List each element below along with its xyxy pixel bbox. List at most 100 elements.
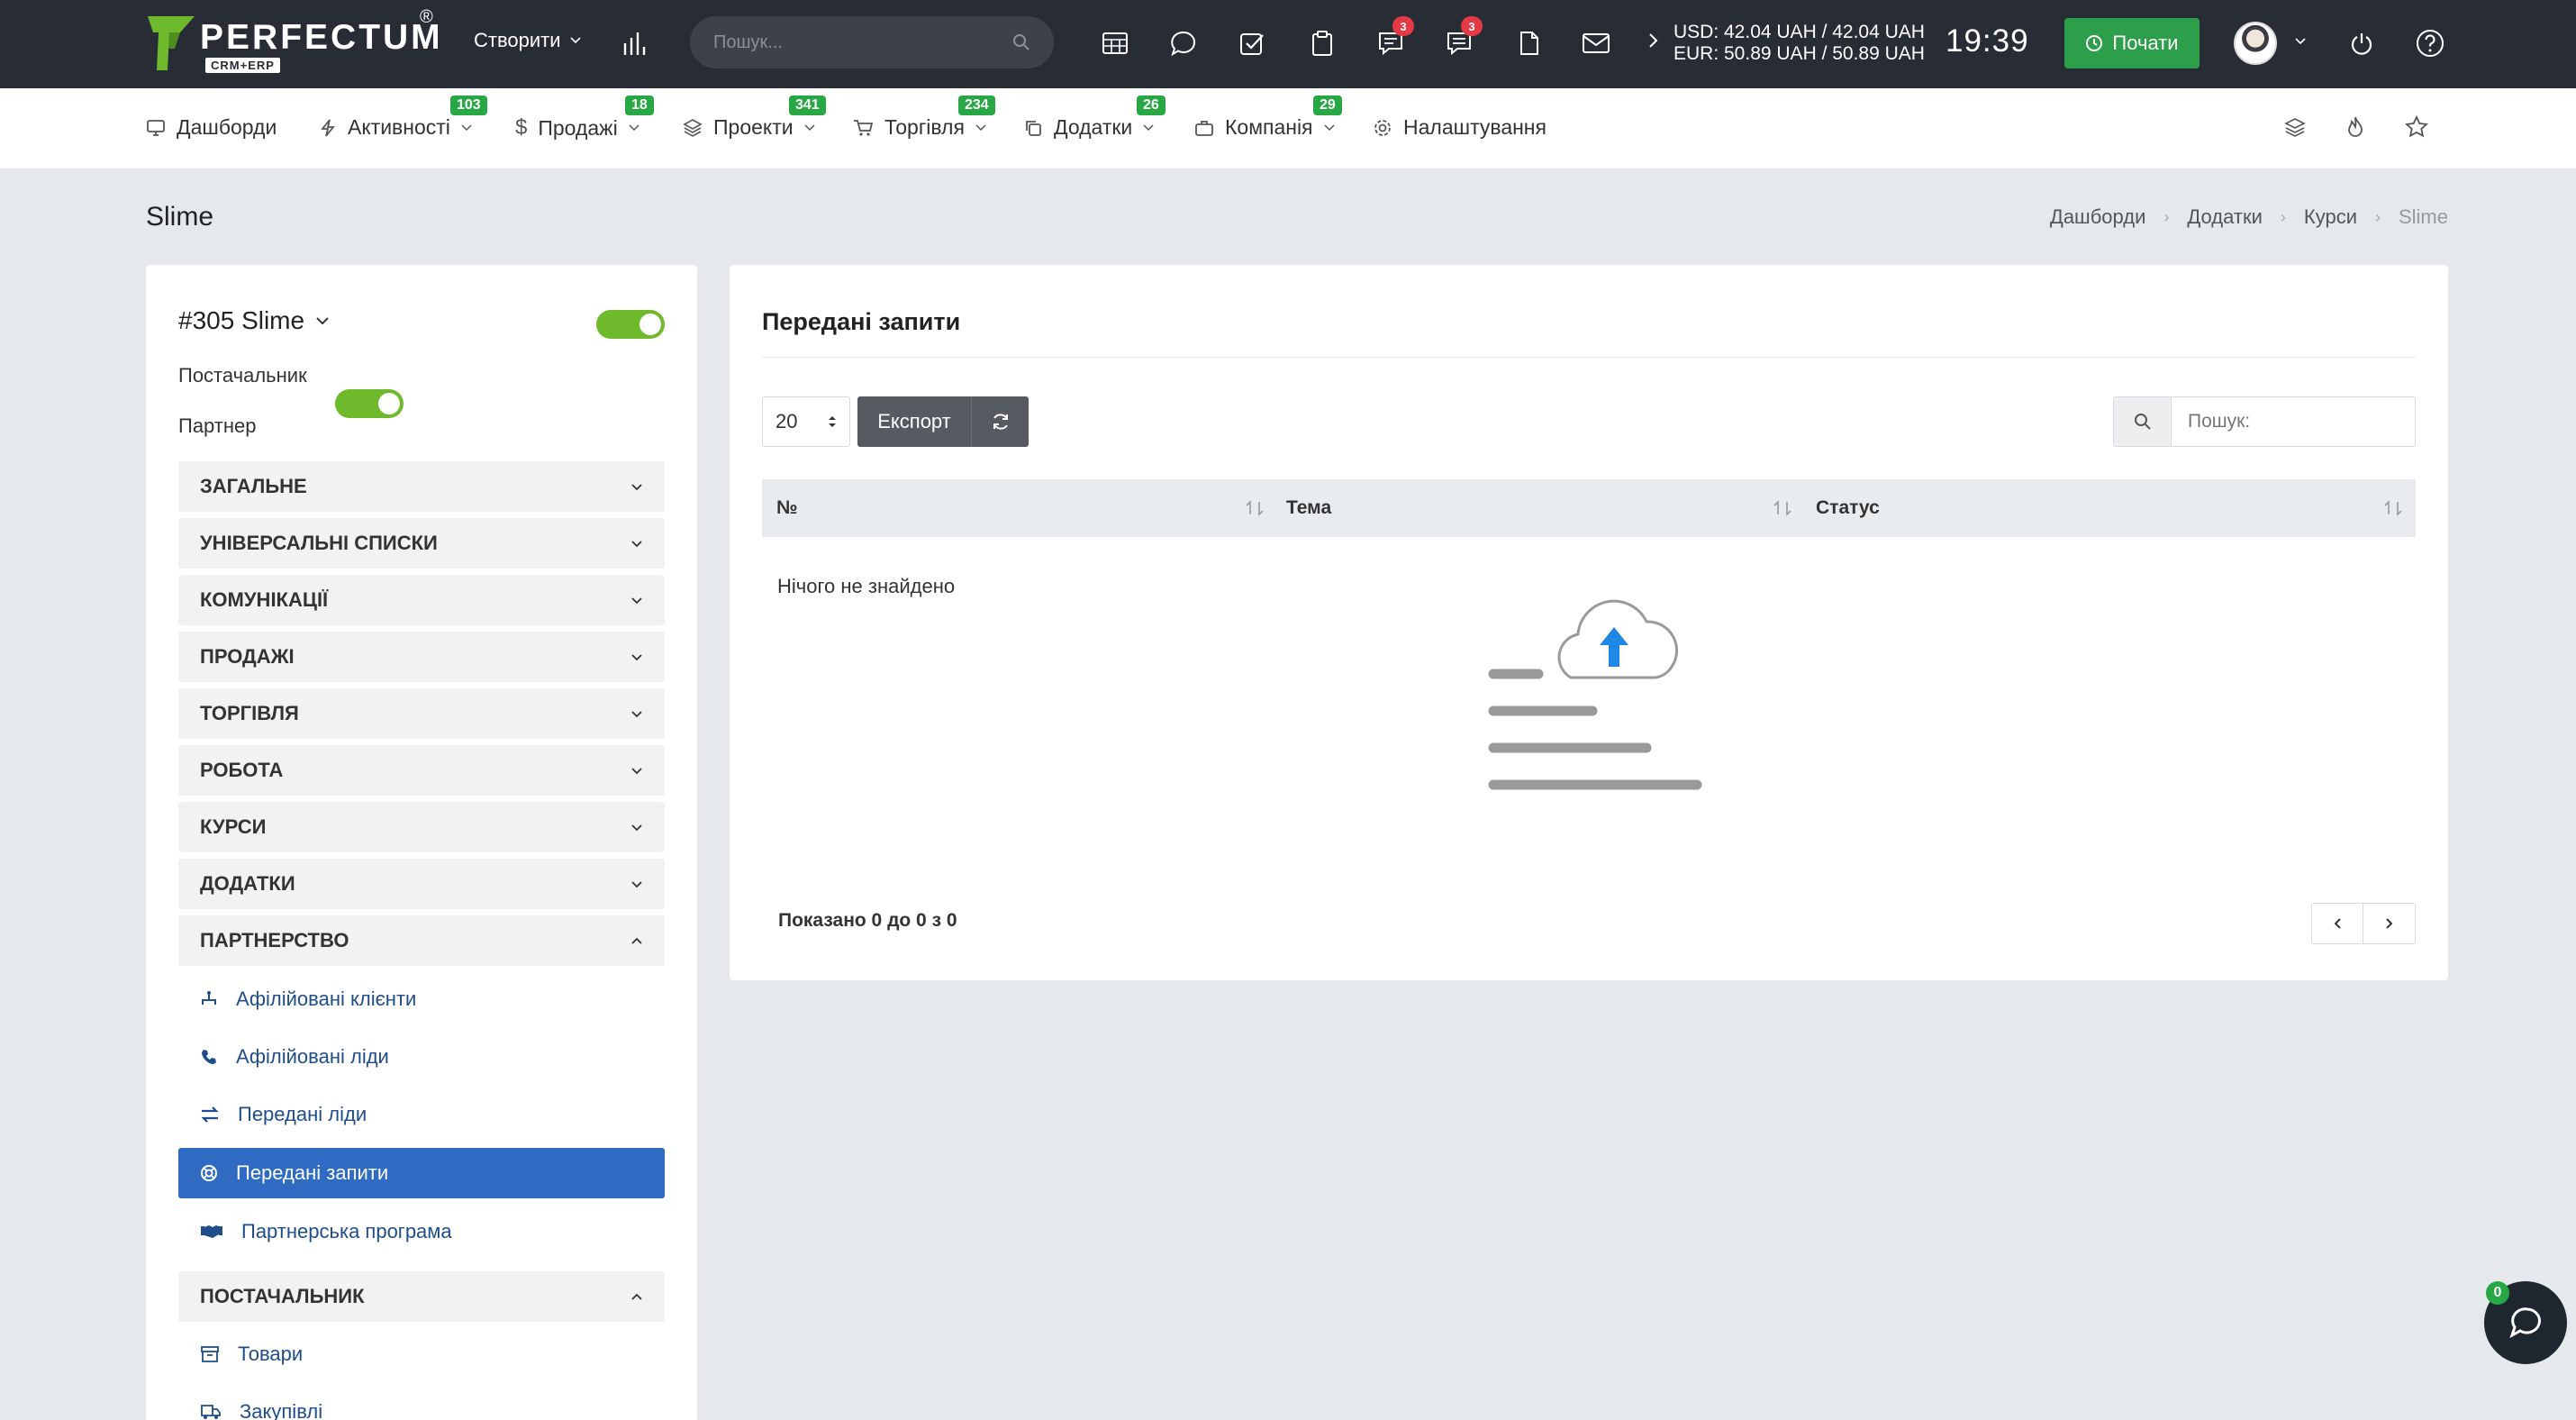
menu-item-settings[interactable]: Налаштування — [1373, 115, 1547, 140]
chevron-down-icon — [631, 483, 642, 490]
menu-badge: 341 — [789, 96, 826, 115]
clock-icon — [2086, 35, 2103, 51]
sidebar-item-transferred-leads[interactable]: Передані ліди — [178, 1089, 665, 1140]
table-icon[interactable] — [1097, 25, 1133, 61]
menu-item-company[interactable]: Компанія 29 — [1194, 96, 1342, 140]
menu-item-trade[interactable]: Торгівля 234 — [852, 96, 995, 140]
sidebar-item-transferred-requests[interactable]: Передані запити — [178, 1148, 665, 1198]
start-timer-button[interactable]: Почати — [2064, 18, 2200, 68]
next-page-button[interactable] — [2363, 904, 2415, 943]
record-sidebar: #305 Slime Постачальник Партнер ЗАГАЛЬНЕ… — [146, 265, 697, 1420]
section-label: ДОДАТКИ — [200, 872, 295, 895]
menu-item-activities[interactable]: Активності 103 — [319, 96, 487, 140]
sidebar-item-label: Передані ліди — [238, 1103, 367, 1125]
sort-icon[interactable] — [1773, 499, 1792, 517]
refresh-icon — [993, 414, 1008, 430]
chevron-down-icon[interactable] — [2295, 38, 2306, 45]
menu-item-label: Продажі — [538, 115, 618, 140]
section-sales[interactable]: ПРОДАЖІ — [178, 632, 665, 682]
power-icon[interactable] — [2344, 25, 2380, 61]
handshake-icon — [201, 1225, 222, 1238]
stats-icon[interactable] — [618, 25, 654, 61]
table-search-input[interactable] — [2172, 397, 2413, 446]
fire-icon[interactable] — [2345, 115, 2365, 139]
empty-cloud-illustration-icon — [1488, 599, 1702, 790]
record-active-toggle[interactable] — [596, 310, 665, 339]
create-dropdown[interactable]: Створити — [474, 29, 581, 52]
breadcrumb-item[interactable]: Додатки — [2187, 205, 2262, 229]
section-trade[interactable]: ТОРГІВЛЯ — [178, 688, 665, 739]
record-title-dropdown[interactable]: #305 Slime — [178, 306, 330, 335]
brand-name[interactable]: PERFECTUM — [200, 18, 443, 58]
top-search-box[interactable] — [690, 16, 1054, 68]
top-search-input[interactable] — [713, 32, 984, 53]
menu-item-label: Додатки — [1054, 115, 1133, 139]
help-icon[interactable] — [2412, 25, 2448, 61]
section-work[interactable]: РОБОТА — [178, 745, 665, 796]
chevron-right-icon — [2385, 918, 2392, 929]
dollar-icon: $ — [515, 115, 528, 140]
gear-icon — [1374, 119, 1391, 136]
section-supplier[interactable]: ПОСТАЧАЛЬНИК — [178, 1271, 665, 1322]
chat-widget-button[interactable]: 0 — [2484, 1281, 2567, 1364]
section-partnership[interactable]: ПАРТНЕРСТВО — [178, 915, 665, 966]
column-header-status[interactable]: Статус — [1816, 479, 1880, 537]
start-label: Почати — [2112, 32, 2179, 54]
create-label: Створити — [474, 29, 561, 51]
chat-badge: 0 — [2486, 1281, 2509, 1305]
sidebar-item-products[interactable]: Товари — [178, 1329, 665, 1379]
chevron-down-icon — [1323, 123, 1335, 131]
chat-bubble-icon[interactable] — [1166, 25, 1202, 61]
chevron-up-icon — [631, 1293, 642, 1300]
sitemap-icon — [202, 991, 216, 1005]
section-universal-lists[interactable]: УНІВЕРСАЛЬНІ СПИСКИ — [178, 518, 665, 569]
breadcrumb-item[interactable]: Курси — [2304, 205, 2357, 229]
breadcrumb-item[interactable]: Дашборди — [2050, 205, 2145, 229]
chevron-down-icon — [804, 123, 815, 131]
sort-icon[interactable] — [1245, 499, 1265, 517]
sidebar-item-partner-program[interactable]: Партнерська програма — [178, 1206, 665, 1257]
star-icon[interactable] — [2405, 115, 2428, 139]
layers-icon — [683, 118, 703, 137]
clock: 19:39 — [1946, 23, 2029, 59]
menu-item-sales[interactable]: $ Продажі 18 — [515, 96, 654, 141]
table-search-box[interactable] — [2113, 396, 2416, 447]
messages-badge: 3 — [1461, 16, 1483, 36]
panel-title: Передані запити — [762, 308, 961, 335]
section-courses[interactable]: КУРСИ — [178, 802, 665, 852]
pagination-summary: Показано 0 до 0 з 0 — [778, 910, 957, 931]
refresh-button[interactable] — [971, 396, 1029, 447]
chevron-down-icon — [975, 123, 986, 131]
messages-icon[interactable]: 3 — [1441, 16, 1483, 61]
avatar[interactable] — [2234, 22, 2277, 65]
menu-item-addons[interactable]: Додатки 26 — [1023, 96, 1166, 140]
section-addons[interactable]: ДОДАТКИ — [178, 859, 665, 909]
sidebar-item-affiliated-leads[interactable]: Афілійовані ліди — [178, 1032, 665, 1082]
sidebar-item-affiliated-clients[interactable]: Афілійовані клієнти — [178, 974, 665, 1024]
supplier-toggle[interactable] — [335, 389, 404, 418]
sort-icon[interactable] — [2383, 499, 2403, 517]
column-header-subject[interactable]: Тема — [1286, 479, 1331, 537]
section-general[interactable]: ЗАГАЛЬНЕ — [178, 461, 665, 512]
notifications-icon[interactable]: 3 — [1373, 16, 1414, 61]
mail-icon[interactable] — [1578, 25, 1614, 61]
sidebar-item-purchases[interactable]: Закупівлі — [178, 1387, 665, 1420]
tasks-checkbox-icon[interactable] — [1234, 25, 1270, 61]
chevron-down-icon — [631, 653, 642, 660]
prev-page-button[interactable] — [2312, 904, 2364, 943]
exchange-icon — [201, 1106, 219, 1123]
export-button[interactable]: Експорт — [857, 396, 971, 447]
page-size-select[interactable]: 20 — [762, 396, 850, 447]
menu-item-projects[interactable]: Проекти 341 — [683, 96, 826, 140]
clipboard-icon[interactable] — [1304, 25, 1340, 61]
layers-icon[interactable] — [2284, 117, 2306, 139]
menu-item-dashboards[interactable]: Дашборди — [146, 115, 277, 140]
sidebar-item-label: Партнерська програма — [241, 1220, 452, 1242]
copy-icon — [1026, 120, 1041, 136]
requests-panel: Передані запити 20 Експорт № Тема Статус… — [730, 265, 2448, 980]
chevron-down-icon — [461, 123, 472, 131]
file-icon[interactable] — [1511, 25, 1547, 61]
chevron-right-icon[interactable] — [1648, 32, 1659, 49]
column-header-number[interactable]: № — [776, 479, 1281, 537]
section-communications[interactable]: КОМУНІКАЦІЇ — [178, 575, 665, 625]
